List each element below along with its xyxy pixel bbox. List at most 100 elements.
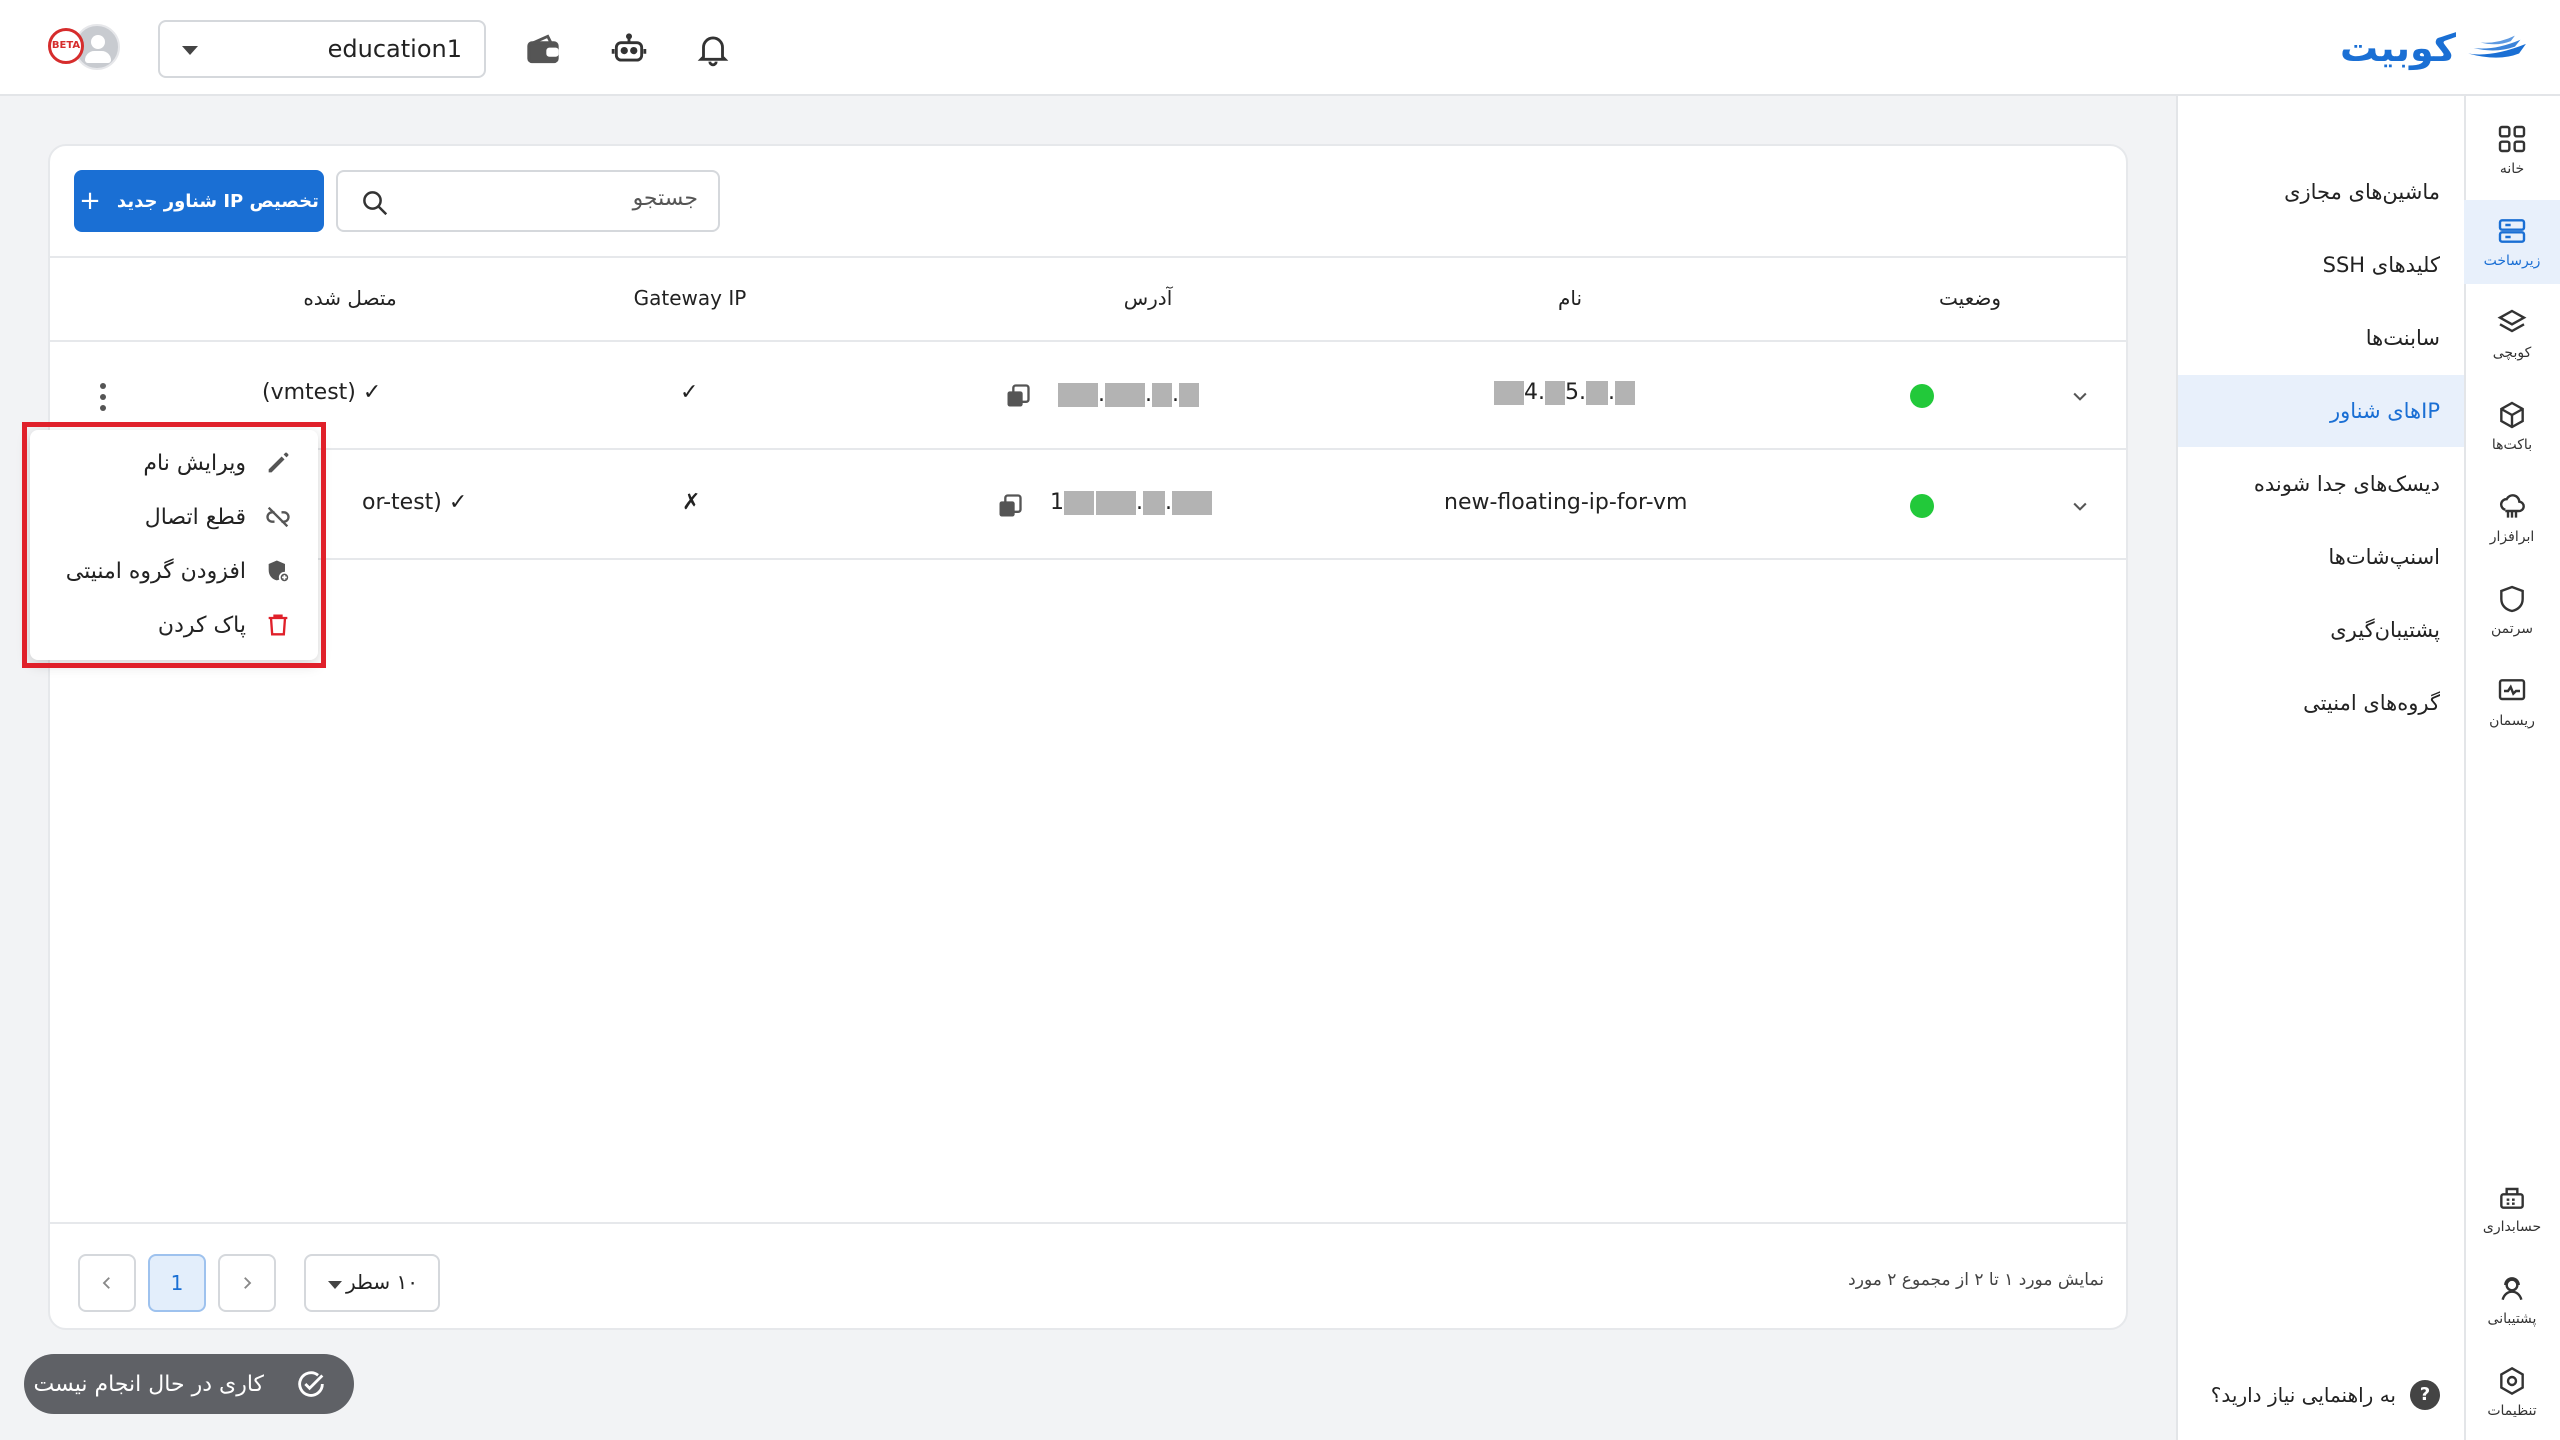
rail-item-support[interactable]: پشتیبانی	[2464, 1258, 2560, 1342]
chevron-left-icon	[102, 1277, 110, 1289]
shield-icon	[2500, 585, 2524, 613]
toolbar: تخصیص IP شناور جدید + جستجو	[50, 146, 2126, 256]
top-header: کوبیت education1 BETA	[0, 0, 2560, 96]
search-placeholder: جستجو	[632, 186, 698, 211]
copy-icon[interactable]	[1004, 382, 1032, 410]
task-status-toast[interactable]: کاری در حال انجام نیست	[24, 1354, 354, 1414]
kebab-menu-icon[interactable]	[98, 382, 108, 412]
monitor-icon	[2498, 679, 2526, 701]
rail-label: حسابداری	[2482, 1219, 2542, 1235]
row-attached: (vmtest) ✓	[262, 380, 382, 405]
table-footer: 1 ۱۰ سطر نمایش مورد ۱ تا ۲ از مجموع ۲ مو…	[50, 1222, 2126, 1330]
copy-icon[interactable]	[996, 492, 1024, 520]
chevron-right-icon	[244, 1277, 252, 1289]
help-icon: ?	[2410, 1380, 2440, 1410]
page-number-button[interactable]: 1	[148, 1254, 206, 1312]
row-name: new-floating-ip-for-vm	[1444, 490, 1688, 515]
rail-label: سرتمن	[2490, 621, 2534, 637]
beta-badge: BETA	[48, 28, 84, 64]
logo-ship-icon	[2468, 35, 2526, 58]
chevron-down-icon	[182, 46, 198, 55]
check-circle-icon	[298, 1371, 324, 1397]
add-button-label: تخصیص IP شناور جدید	[116, 190, 319, 212]
wallet-icon[interactable]	[524, 30, 562, 68]
rail-item-settings[interactable]: تنظیمات	[2464, 1350, 2560, 1434]
search-input[interactable]: جستجو	[336, 170, 720, 232]
rail-label: ابرافزار	[2489, 529, 2535, 545]
project-select-value: education1	[327, 35, 462, 63]
rail-label: خانه	[2499, 161, 2525, 177]
avatar[interactable]: BETA	[48, 22, 124, 74]
submenu-item-backups[interactable]: پشتیبان‌گیری	[2178, 594, 2464, 666]
robot-icon[interactable]	[610, 30, 648, 68]
rail-label: ریسمان	[2489, 713, 2535, 729]
status-active-dot	[1910, 494, 1934, 518]
project-select[interactable]: education1	[158, 20, 486, 78]
cloud-app-icon	[2499, 494, 2525, 518]
pagination-summary: نمایش مورد ۱ تا ۲ از مجموع ۲ مورد	[1848, 1270, 2104, 1290]
chevron-down-icon[interactable]	[2070, 386, 2090, 406]
rows-per-page-select[interactable]: ۱۰ سطر	[304, 1254, 440, 1312]
status-active-dot	[1910, 384, 1934, 408]
support-icon	[2501, 1277, 2523, 1301]
submenu-item-ssh-keys[interactable]: کلیدهای SSH	[2178, 229, 2464, 301]
submenu-item-subnets[interactable]: سابنت‌ها	[2178, 302, 2464, 374]
rail-item-infrastructure[interactable]: زیرساخت	[2464, 200, 2560, 284]
grid-icon	[2498, 125, 2526, 153]
submenu-item-vms[interactable]: ماشین‌های مجازی	[2178, 156, 2464, 228]
task-status-text: کاری در حال انجام نیست	[33, 1371, 264, 1397]
search-icon	[363, 191, 388, 216]
layers-icon	[2497, 309, 2527, 333]
column-name: نام	[1557, 286, 1583, 310]
rail-item-home[interactable]: خانه	[2464, 108, 2560, 192]
box-icon	[2500, 401, 2524, 429]
rail-label: کوبچی	[2492, 345, 2532, 361]
column-address: آدرس	[1123, 286, 1173, 310]
rail-item-billing[interactable]: حسابداری	[2464, 1166, 2560, 1250]
help-link[interactable]: ? به راهنمایی نیاز دارید؟	[2211, 1380, 2440, 1410]
menu-highlight-frame	[22, 422, 326, 668]
rail-label: باکت‌ها	[2491, 437, 2533, 453]
rail-item-sartaman[interactable]: سرتمن	[2464, 568, 2560, 652]
next-page-button[interactable]	[78, 1254, 136, 1312]
table-row[interactable]: new-floating-ip-for-vm 1.. ✗ or-test) ✓	[50, 452, 2126, 560]
column-attached: متصل شده	[303, 286, 397, 310]
submenu-item-volumes[interactable]: دیسک‌های جدا شونده	[2178, 448, 2464, 520]
column-status: وضعیت	[1939, 286, 2001, 310]
rows-per-page-value: ۱۰ سطر	[345, 1270, 418, 1294]
row-attached: or-test) ✓	[362, 490, 468, 515]
column-gateway: Gateway IP	[633, 286, 747, 310]
floating-ip-card: تخصیص IP شناور جدید + جستجو وضعیت نام آد…	[48, 144, 2128, 1330]
row-name: 4. 5..	[1494, 380, 1635, 405]
row-gateway: ✓	[680, 380, 699, 405]
rail-item-buckets[interactable]: باکت‌ها	[2464, 384, 2560, 468]
table-row[interactable]: 4. 5.. ... ✓ (vmtest) ✓	[50, 342, 2126, 450]
server-icon	[2498, 219, 2526, 243]
submenu-item-security-groups[interactable]: گروه‌های امنیتی	[2178, 667, 2464, 739]
logo-text: کوبیت	[2340, 26, 2456, 70]
rail-item-risman[interactable]: ریسمان	[2464, 660, 2560, 744]
table-header: وضعیت نام آدرس Gateway IP متصل شده	[50, 256, 2126, 342]
rail-item-cloud-app[interactable]: ابرافزار	[2464, 476, 2560, 560]
brand-logo[interactable]: کوبیت	[2340, 22, 2530, 74]
add-floating-ip-button[interactable]: تخصیص IP شناور جدید +	[74, 170, 324, 232]
billing-icon	[2500, 1187, 2524, 1209]
rail-label: زیرساخت	[2483, 253, 2541, 269]
row-address: 1..	[1050, 490, 1212, 515]
help-label: به راهنمایی نیاز دارید؟	[2210, 1383, 2396, 1407]
bell-icon[interactable]	[694, 30, 732, 68]
chevron-down-icon	[328, 1281, 342, 1289]
infrastructure-submenu: ماشین‌های مجازی کلیدهای SSH سابنت‌ها IPه…	[2176, 96, 2464, 1440]
submenu-item-floating-ips[interactable]: IPهای شناور	[2178, 375, 2464, 447]
rail-item-kubchi[interactable]: کوبچی	[2464, 292, 2560, 376]
rail-label: تنظیمات	[2487, 1403, 2537, 1419]
rail-label: پشتیبانی	[2487, 1311, 2537, 1327]
chevron-down-icon[interactable]	[2070, 496, 2090, 516]
settings-icon	[2500, 1366, 2524, 1396]
plus-icon: +	[79, 186, 101, 216]
prev-page-button[interactable]	[218, 1254, 276, 1312]
row-address: ...	[1058, 382, 1199, 407]
row-gateway: ✗	[682, 490, 701, 515]
icon-rail: خانه زیرساخت کوبچی باکت‌ها ابرافزار سرتم…	[2464, 96, 2560, 1440]
submenu-item-snapshots[interactable]: اسنپ‌شات‌ها	[2178, 521, 2464, 593]
